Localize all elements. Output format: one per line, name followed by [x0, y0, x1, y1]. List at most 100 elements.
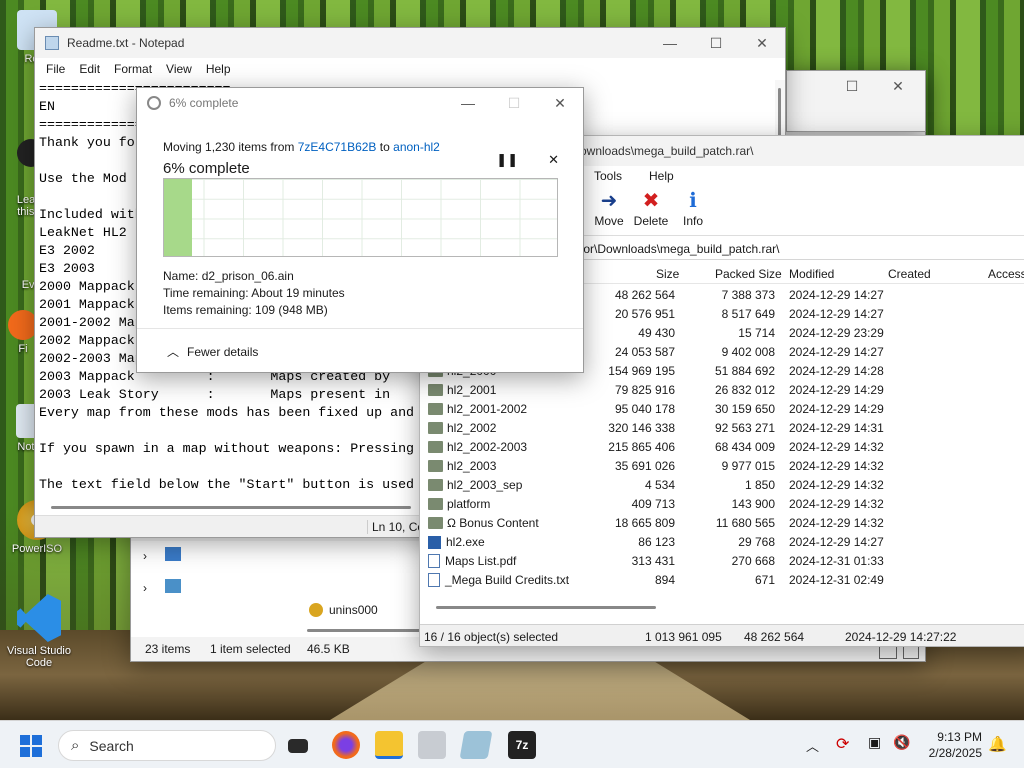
menu-edit[interactable]: Edit: [72, 62, 107, 76]
file-name-cell: Maps List.pdf: [428, 554, 516, 568]
uninstaller-icon: [309, 603, 323, 617]
modified-date: 2024-12-31 02:49: [789, 573, 884, 587]
firefox-icon[interactable]: [332, 731, 360, 759]
dialog-title: 6% complete: [169, 96, 239, 110]
file-icon: [428, 554, 440, 568]
maximize-icon[interactable]: ☐: [829, 71, 875, 101]
file-row[interactable]: hl2_2001-2002 95 040 178 30 159 650 2024-12…: [420, 400, 1024, 419]
packed-size: 15 714: [738, 326, 775, 340]
packed-size: 48 262 564: [744, 630, 805, 644]
items-remaining: 109 (948 MB): [255, 303, 328, 317]
7zip-icon[interactable]: 7z: [508, 731, 536, 759]
menu-format[interactable]: Format: [107, 62, 159, 76]
start-button[interactable]: [20, 735, 42, 757]
notepad-titlebar[interactable]: Readme.txt - Notepad — ☐ ✕: [35, 28, 785, 58]
file-name: hl2_2001-2002: [447, 402, 528, 416]
destination-link[interactable]: anon-hl2: [393, 140, 440, 154]
file-operation-dialog[interactable]: 6% complete — ☐ ✕ Moving 1,230 items fro…: [136, 87, 584, 373]
speaker-muted-icon[interactable]: 🔇: [893, 734, 910, 751]
close-icon[interactable]: ✕: [537, 88, 583, 118]
col-created[interactable]: Created: [888, 267, 931, 281]
taskbar-search[interactable]: ⌕ Search: [58, 730, 276, 761]
info-icon: ℹ: [689, 190, 697, 212]
file-name: hl2_2002-2003: [447, 440, 528, 454]
selected-size: 46.5 KB: [307, 642, 350, 656]
modified-date: 2024-12-29 14:27:22: [845, 630, 957, 644]
menu-file[interactable]: File: [39, 62, 72, 76]
file-name-cell: platform: [428, 497, 490, 511]
menu-view[interactable]: View: [159, 62, 199, 76]
file-name: hl2_2002: [447, 421, 497, 435]
dialog-titlebar[interactable]: 6% complete — ☐ ✕: [137, 88, 583, 118]
file-row[interactable]: _Mega Build Credits.txt 894 671 2024-12-31 …: [420, 571, 1024, 590]
folder-icon: [428, 479, 443, 491]
file-row[interactable]: Ω Bonus Content 18 665 809 11 680 565 2024-…: [420, 514, 1024, 533]
windows-logo-tile: [32, 735, 42, 745]
folder-icon: [428, 460, 443, 472]
tree-item-label[interactable]: unins000: [329, 603, 378, 617]
menu-help[interactable]: Help: [199, 62, 238, 76]
fewer-details-button[interactable]: ︿ Fewer details: [137, 328, 583, 372]
source-link[interactable]: 7zE4C71B62B: [298, 140, 377, 154]
packed-size: 1 850: [744, 478, 775, 492]
chevron-up-icon[interactable]: ︿: [806, 736, 819, 755]
horizontal-scrollbar[interactable]: [436, 606, 656, 609]
col-accessed[interactable]: Access: [988, 267, 1024, 281]
modified-date: 2024-12-29 14:32: [789, 459, 884, 473]
file-row[interactable]: hl2_2002 320 146 338 92 563 271 2024-12-29 …: [420, 419, 1024, 438]
network-icon[interactable]: ▣: [868, 734, 881, 751]
file-name-cell: _Mega Build Credits.txt: [428, 573, 569, 587]
menu-help[interactable]: Help: [649, 169, 674, 183]
col-packed-size[interactable]: Packed Size: [715, 267, 782, 281]
moving-prefix: Moving 1,230 items from: [163, 140, 298, 154]
notepad-taskbar-icon[interactable]: [459, 731, 493, 759]
file-name-cell: hl2_2001: [428, 383, 496, 397]
notification-bell-icon[interactable]: 🔔: [988, 735, 1007, 753]
col-size[interactable]: Size: [656, 267, 679, 281]
current-file: d2_prison_06.ain: [201, 269, 294, 283]
chevron-right-icon[interactable]: ›: [143, 581, 147, 595]
file-row[interactable]: hl2.exe 86 123 29 768 2024-12-29 14:27: [420, 533, 1024, 552]
search-placeholder: Search: [89, 737, 134, 754]
file-row[interactable]: hl2_2001 79 825 916 26 832 012 2024-12-29 1…: [420, 381, 1024, 400]
minimize-icon[interactable]: —: [647, 28, 693, 58]
maximize-icon[interactable]: ☐: [693, 28, 739, 58]
desktop-icon-vscode[interactable]: Visual Studio Code: [2, 594, 76, 669]
packed-size: 29 768: [738, 535, 775, 549]
maximize-icon: ☐: [507, 94, 521, 111]
file-name: platform: [447, 497, 491, 511]
close-icon[interactable]: ✕: [875, 71, 921, 101]
file-explorer-icon[interactable]: [375, 731, 403, 759]
menu-tools[interactable]: Tools: [594, 169, 622, 183]
scroll-thumb[interactable]: [51, 506, 411, 509]
cancel-icon[interactable]: ✕: [548, 152, 559, 168]
background-window[interactable]: ☐ ✕: [786, 70, 926, 132]
info-button[interactable]: ℹ Info: [668, 188, 718, 228]
file-row[interactable]: Maps List.pdf 313 431 270 668 2024-12-31 01…: [420, 552, 1024, 571]
packed-size: 26 832 012: [714, 383, 775, 397]
horizontal-scrollbar[interactable]: [307, 629, 427, 632]
packed-size: 143 900: [731, 497, 775, 511]
clock[interactable]: 9:13 PM 2/28/2025: [922, 729, 982, 761]
file-size: 215 865 406: [608, 440, 675, 454]
packed-size: 671: [754, 573, 775, 587]
close-icon[interactable]: ✕: [739, 28, 785, 58]
search-icon: ⌕: [71, 737, 80, 754]
file-row[interactable]: hl2_2002-2003 215 865 406 68 434 009 2024-1…: [420, 438, 1024, 457]
task-view-icon[interactable]: [288, 739, 308, 753]
packed-size: 270 668: [731, 554, 775, 568]
file-row[interactable]: hl2_2003_sep 4 534 1 850 2024-12-29 14:32: [420, 476, 1024, 495]
info-label: Info: [682, 214, 703, 228]
file-row[interactable]: hl2_2003 35 691 026 9 977 015 2024-12-29 14…: [420, 457, 1024, 476]
chevron-right-icon[interactable]: ›: [143, 549, 147, 563]
col-modified[interactable]: Modified: [789, 267, 834, 281]
installer-icon[interactable]: [418, 731, 446, 759]
file-row[interactable]: platform 409 713 143 900 2024-12-29 14:32: [420, 495, 1024, 514]
file-size: 86 123: [638, 535, 675, 549]
update-icon[interactable]: ⟳: [836, 734, 849, 754]
minimize-icon[interactable]: —: [445, 88, 491, 118]
file-size: 35 691 026: [614, 459, 675, 473]
pause-icon[interactable]: ❚❚: [496, 152, 518, 168]
packed-size: 68 434 009: [714, 440, 775, 454]
packed-size: 7 388 373: [721, 288, 775, 302]
